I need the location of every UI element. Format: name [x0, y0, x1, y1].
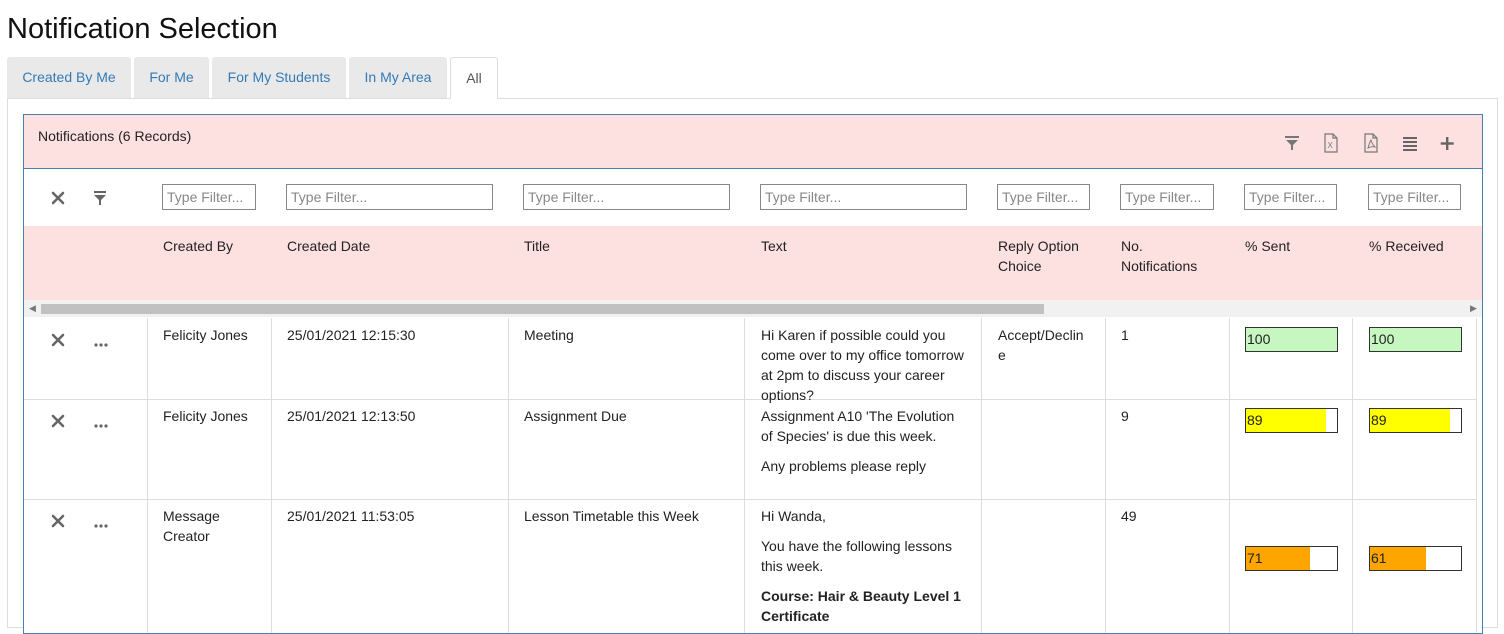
- sent-progress-bar: 100: [1245, 327, 1338, 352]
- column-header-sent[interactable]: % Sent: [1245, 236, 1345, 256]
- column-header-received[interactable]: % Received: [1369, 236, 1469, 256]
- tab-for-me[interactable]: For Me: [134, 57, 209, 98]
- row-options-icon[interactable]: [94, 516, 108, 528]
- received-progress-bar: 100: [1369, 327, 1462, 352]
- filter-received[interactable]: [1368, 184, 1461, 210]
- columns-icon[interactable]: [1400, 133, 1420, 153]
- add-icon[interactable]: [1437, 133, 1457, 153]
- column-header-row: Created By Created Date Title Text Reply…: [24, 226, 1482, 300]
- sent-value: 89: [1247, 412, 1263, 428]
- cell-text: Hi Wanda, You have the following lessons…: [761, 506, 969, 633]
- table-row[interactable]: Message Creator 25/01/2021 11:53:05 Less…: [24, 499, 1477, 633]
- clear-filters-icon[interactable]: [51, 191, 65, 205]
- column-header-text[interactable]: Text: [761, 236, 961, 256]
- received-progress-bar: 89: [1369, 408, 1462, 433]
- column-header-reply-option[interactable]: Reply Option Choice: [998, 236, 1093, 276]
- tab-all[interactable]: All: [450, 57, 498, 99]
- received-progress-bar: 61: [1369, 546, 1462, 571]
- cell-title: Meeting: [524, 327, 574, 343]
- filter-sent[interactable]: [1244, 184, 1337, 210]
- received-value: 100: [1371, 331, 1395, 347]
- tab-in-my-area[interactable]: In My Area: [349, 57, 447, 98]
- filter-row: [24, 169, 1482, 226]
- cell-created-by: Felicity Jones: [163, 327, 248, 343]
- received-value: 89: [1371, 412, 1387, 428]
- cell-created-date: 25/01/2021 12:15:30: [287, 327, 416, 343]
- delete-row-icon[interactable]: [51, 414, 65, 428]
- column-header-created-by[interactable]: Created By: [163, 236, 273, 256]
- delete-row-icon[interactable]: [51, 514, 65, 528]
- sent-progress-bar: 71: [1245, 546, 1338, 571]
- text-paragraph: Assignment A10 'The Evolution of Species…: [761, 408, 955, 444]
- table-row[interactable]: Felicity Jones 25/01/2021 12:13:50 Assig…: [24, 399, 1477, 500]
- scroll-left-icon[interactable]: ◀: [29, 303, 36, 314]
- cell-no-notifications: 49: [1121, 508, 1137, 524]
- row-options-icon[interactable]: [94, 335, 108, 347]
- cell-text: Assignment A10 'The Evolution of Species…: [761, 406, 969, 486]
- pdf-export-icon[interactable]: [1361, 133, 1381, 153]
- received-value: 61: [1371, 550, 1387, 566]
- cell-title: Assignment Due: [524, 408, 627, 424]
- cell-title: Lesson Timetable this Week: [524, 508, 699, 524]
- column-header-title[interactable]: Title: [524, 236, 724, 256]
- column-header-created-date[interactable]: Created Date: [287, 236, 487, 256]
- filter-reply-option[interactable]: [997, 184, 1090, 210]
- filter-created-by[interactable]: [162, 184, 256, 210]
- filter-created-date[interactable]: [286, 184, 493, 210]
- column-header-no-notifications[interactable]: No. Notifications: [1121, 236, 1216, 276]
- filter-title[interactable]: [523, 184, 730, 210]
- text-paragraph: You have the following lessons this week…: [761, 538, 952, 574]
- text-paragraph: Hi Karen if possible could you come over…: [761, 327, 964, 403]
- row-options-icon[interactable]: [94, 416, 108, 428]
- filter-text[interactable]: [760, 184, 967, 210]
- page-title: Notification Selection: [7, 13, 278, 45]
- cell-no-notifications: 1: [1121, 327, 1129, 343]
- text-paragraph: Hi Wanda,: [761, 508, 826, 524]
- cell-created-date: 25/01/2021 11:53:05: [287, 508, 415, 524]
- filter-icon[interactable]: [1282, 133, 1302, 153]
- text-paragraph: Any problems please reply: [761, 458, 926, 474]
- delete-row-icon[interactable]: [51, 333, 65, 347]
- sent-value: 100: [1247, 331, 1271, 347]
- filter-toggle-icon[interactable]: [92, 190, 108, 206]
- cell-no-notifications: 9: [1121, 408, 1129, 424]
- grid-title: Notifications (6 Records): [38, 128, 192, 144]
- table-row[interactable]: Felicity Jones 25/01/2021 12:15:30 Meeti…: [24, 318, 1477, 403]
- sent-value: 71: [1247, 550, 1263, 566]
- text-paragraph: Course: Hair & Beauty Level 1 Certificat…: [761, 588, 961, 624]
- tab-created-by-me[interactable]: Created By Me: [7, 57, 131, 98]
- cell-created-date: 25/01/2021 12:13:50: [287, 408, 416, 424]
- cell-reply-option: Accept/Decline: [998, 327, 1084, 363]
- grid-header: Notifications (6 Records) X: [24, 115, 1482, 169]
- tab-for-my-students[interactable]: For My Students: [212, 57, 346, 98]
- filter-no-notifications[interactable]: [1120, 184, 1214, 210]
- cell-created-by: Felicity Jones: [163, 408, 248, 424]
- excel-export-icon[interactable]: X: [1321, 133, 1341, 153]
- cell-created-by: Message Creator: [163, 508, 220, 544]
- notifications-grid: Notifications (6 Records) X Type Filter.…: [23, 114, 1483, 634]
- sent-progress-bar: 89: [1245, 408, 1338, 433]
- svg-text:X: X: [1328, 141, 1334, 150]
- horizontal-scrollbar[interactable]: ◀ ▶: [24, 300, 1482, 317]
- scroll-right-icon[interactable]: ▶: [1470, 303, 1477, 314]
- scrollbar-thumb[interactable]: [41, 304, 1044, 314]
